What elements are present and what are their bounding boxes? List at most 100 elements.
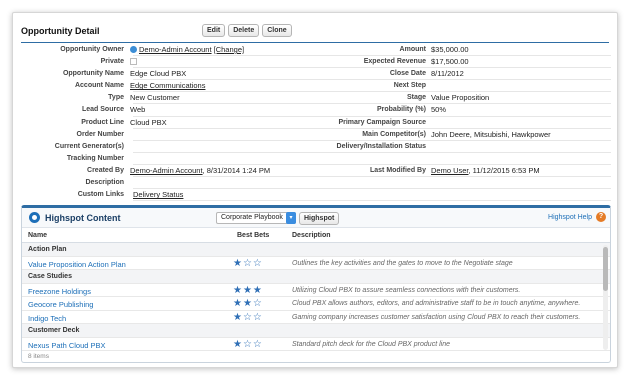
star-rating[interactable]: ★★★ <box>233 285 263 296</box>
amount-value: $35,000.00 <box>431 45 469 54</box>
content-link[interactable]: Geocore Publishing <box>28 300 93 309</box>
star-rating[interactable]: ★☆☆ <box>233 312 263 323</box>
field-label: Opportunity Name <box>62 70 124 78</box>
field-row: Created By Demo-Admin Account, 8/31/2014… <box>13 165 617 178</box>
star-rating[interactable]: ★★☆ <box>233 298 263 309</box>
field-label: Product Line <box>81 118 124 126</box>
field-label: Main Competitor(s) <box>362 130 426 138</box>
created-by-date: , 8/31/2014 1:24 PM <box>202 165 271 175</box>
field-row: Type New Customer Stage Value Propositio… <box>13 92 617 105</box>
content-table: Action Plan Value Proposition Action Pla… <box>22 243 610 351</box>
private-value <box>130 56 137 68</box>
section-divider <box>21 42 609 43</box>
competitors-value: John Deere, Mitsubishi, Hawkpower <box>431 129 551 139</box>
change-owner-link[interactable]: [Change] <box>214 45 244 54</box>
field-label: Account Name <box>74 82 124 90</box>
user-icon <box>130 46 137 53</box>
table-row: Indigo Tech ★☆☆ Gaming company increases… <box>22 311 610 324</box>
owner-link[interactable]: Demo-Admin Account <box>139 45 212 54</box>
page-title: Opportunity Detail <box>21 26 100 36</box>
table-scrollbar[interactable] <box>603 245 608 350</box>
help-icon[interactable]: ? <box>596 212 606 222</box>
content-description: Outlines the key activities and the gate… <box>292 259 513 267</box>
content-description: Utilizing Cloud PBX to assure seamless c… <box>292 286 521 294</box>
product-line-value: Cloud PBX <box>130 117 167 127</box>
modified-by-date: , 11/12/2015 6:53 PM <box>468 165 540 175</box>
clone-button[interactable]: Clone <box>262 24 292 37</box>
field-label: Current Generator(s) <box>54 142 124 150</box>
content-description: Gaming company increases customer satisf… <box>292 313 581 321</box>
highspot-header: Highspot Content Corporate Playbook ▾ Hi… <box>22 208 610 228</box>
field-label: Lead Source <box>81 106 124 114</box>
field-label: Amount <box>399 46 426 53</box>
modified-by-link[interactable]: Demo User <box>431 166 469 175</box>
group-row: Case Studies <box>22 270 610 284</box>
field-row: Tracking Number <box>13 153 617 166</box>
delivery-status-link[interactable]: Delivery Status <box>133 189 183 201</box>
field-row: Account Name Edge Communications Next St… <box>13 80 617 93</box>
created-by-value: Demo-Admin Account, 8/31/2014 1:24 PM <box>130 165 270 177</box>
playbook-select-value: Corporate Playbook <box>221 214 283 221</box>
content-link[interactable]: Value Proposition Action Plan <box>28 260 126 269</box>
created-by-link[interactable]: Demo-Admin Account <box>130 166 203 175</box>
probability-value: 50% <box>431 105 447 115</box>
field-label: Tracking Number <box>66 154 124 162</box>
detail-fields: Opportunity Owner Demo-Admin Account [Ch… <box>13 44 617 202</box>
field-label: Next Step <box>393 82 426 90</box>
field-label: Last Modified By <box>369 166 426 174</box>
group-row: Customer Deck <box>22 324 610 338</box>
owner-value: Demo-Admin Account [Change] <box>130 44 244 56</box>
highspot-help-link[interactable]: Highspot Help <box>548 214 592 221</box>
column-best-bets[interactable]: Best Bets <box>237 232 269 239</box>
column-name[interactable]: Name <box>28 232 47 239</box>
opportunity-page: Opportunity Detail Edit Delete Clone Opp… <box>12 12 618 368</box>
field-row: Opportunity Owner Demo-Admin Account [Ch… <box>13 44 617 57</box>
field-label: Created By <box>87 166 124 174</box>
column-description[interactable]: Description <box>292 232 331 239</box>
field-row: Description <box>13 177 617 190</box>
highspot-logo-icon <box>29 212 40 223</box>
item-count: 8 items <box>28 353 49 360</box>
action-buttons: Edit Delete Clone <box>202 24 292 37</box>
delete-button[interactable]: Delete <box>228 24 260 37</box>
highspot-title: Highspot Content <box>45 213 121 223</box>
star-rating[interactable]: ★☆☆ <box>233 258 263 269</box>
field-label: Custom Links <box>77 191 124 199</box>
highspot-button[interactable]: Highspot <box>299 212 340 225</box>
content-link[interactable]: Indigo Tech <box>28 314 66 323</box>
field-label: Probability (%) <box>376 106 426 114</box>
group-label: Action Plan <box>28 246 67 253</box>
group-label: Customer Deck <box>28 327 80 334</box>
content-description: Standard pitch deck for the Cloud PBX pr… <box>292 340 450 348</box>
modified-by-value: Demo User, 11/12/2015 6:53 PM <box>431 165 540 177</box>
field-label: Opportunity Owner <box>60 46 124 53</box>
content-description: Cloud PBX allows authors, editors, and a… <box>292 300 581 307</box>
lead-source-value: Web <box>130 105 146 115</box>
field-row: Lead Source Web Probability (%) 50% <box>13 104 617 117</box>
group-label: Case Studies <box>28 273 72 280</box>
field-row: Custom Links Delivery Status <box>13 189 617 202</box>
opportunity-name-value: Edge Cloud PBX <box>130 69 187 79</box>
type-value: New Customer <box>130 93 180 103</box>
chevron-down-icon: ▾ <box>286 212 296 224</box>
scrollbar-thumb[interactable] <box>603 247 608 291</box>
expected-revenue-value: $17,500.00 <box>431 57 469 67</box>
star-rating[interactable]: ★☆☆ <box>233 339 263 350</box>
highspot-panel: Highspot Content Corporate Playbook ▾ Hi… <box>21 205 611 363</box>
field-row: Opportunity Name Edge Cloud PBX Close Da… <box>13 68 617 81</box>
field-label: Order Number <box>76 130 124 138</box>
private-checkbox <box>130 58 137 66</box>
stage-value: Value Proposition <box>431 93 490 103</box>
table-row: Geocore Publishing ★★☆ Cloud PBX allows … <box>22 297 610 311</box>
account-name-link[interactable]: Edge Communications <box>130 80 205 92</box>
edit-button[interactable]: Edit <box>202 24 226 37</box>
field-row: Private Expected Revenue $17,500.00 <box>13 56 617 69</box>
content-link[interactable]: Freezone Holdings <box>28 287 91 296</box>
table-row: Nexus Path Cloud PBX ★☆☆ Standard pitch … <box>22 338 610 351</box>
table-header: Name Best Bets Description <box>22 228 610 243</box>
group-row: Action Plan <box>22 243 610 257</box>
content-link[interactable]: Nexus Path Cloud PBX <box>28 341 106 350</box>
playbook-select[interactable]: Corporate Playbook ▾ <box>216 212 296 224</box>
field-label: Primary Campaign Source <box>338 118 426 126</box>
close-date-value: 8/11/2012 <box>431 69 464 79</box>
